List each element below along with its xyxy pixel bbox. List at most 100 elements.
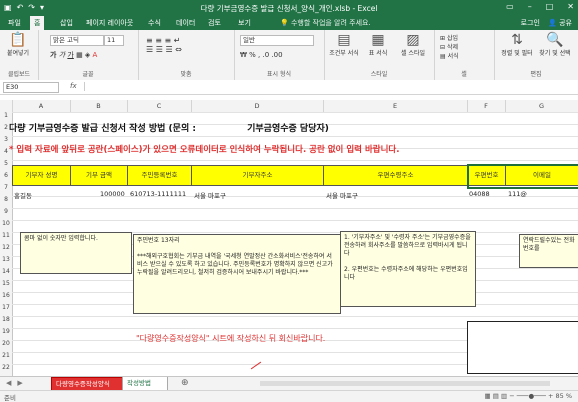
- tab-data[interactable]: 데이터: [176, 18, 195, 28]
- row-header[interactable]: 12: [0, 244, 12, 251]
- align-top-icon[interactable]: ≡: [146, 36, 153, 45]
- font-color-icon[interactable]: A: [93, 51, 98, 59]
- tab-home[interactable]: 홈: [30, 16, 45, 30]
- zoom-control[interactable]: ▦ ▤ ▥ − ───●─── + 85 %: [484, 392, 572, 400]
- format-as-table-button[interactable]: ▦ 표 서식: [362, 32, 394, 57]
- delete-cells-icon[interactable]: ⊟: [440, 44, 445, 51]
- cell-zip[interactable]: 04088: [469, 190, 490, 198]
- column-header[interactable]: E: [323, 100, 468, 112]
- align-left-icon[interactable]: ☰: [146, 45, 153, 54]
- row-header[interactable]: 7: [0, 184, 12, 191]
- align-bottom-icon[interactable]: ≡: [165, 36, 172, 45]
- border-icon[interactable]: ▦: [76, 51, 83, 59]
- cell-address[interactable]: 서울 마포구: [194, 190, 226, 200]
- font-format-buttons[interactable]: 가 가 가 ▦ ◈ A: [50, 50, 130, 60]
- page-break-view-icon[interactable]: ▥: [501, 392, 507, 400]
- row-header[interactable]: 20: [0, 340, 12, 347]
- header-cell-rrn[interactable]: 주민등록번호: [127, 165, 192, 186]
- tab-formulas[interactable]: 수식: [148, 18, 161, 28]
- zoom-slider[interactable]: ───●───: [517, 392, 546, 400]
- cell-rrn[interactable]: 610713-1111111: [130, 190, 186, 198]
- tab-page-layout[interactable]: 페이지 레이아웃: [86, 18, 133, 28]
- align-center-icon[interactable]: ☰: [156, 45, 163, 54]
- share-button[interactable]: 👤 공유: [548, 18, 572, 28]
- row-header[interactable]: 8: [0, 196, 12, 203]
- row-header[interactable]: 19: [0, 328, 12, 335]
- header-cell-mail-address[interactable]: 우편수령주소: [323, 165, 468, 186]
- row-header[interactable]: 11: [0, 232, 12, 239]
- row-header[interactable]: 5: [0, 160, 12, 167]
- zoom-level[interactable]: 85 %: [555, 392, 572, 400]
- cell-donor-name[interactable]: 홍길동: [14, 190, 32, 200]
- comment-note-address[interactable]: 1. '기부자주소' 및 '수령자 주소'는 기부금영수증을 전송하려 회사주소…: [340, 231, 476, 307]
- row-header[interactable]: 1: [0, 112, 12, 119]
- header-cell-amount[interactable]: 기부 금액: [70, 165, 128, 186]
- number-format-combo[interactable]: 일반: [240, 35, 314, 46]
- close-icon[interactable]: ✕: [567, 2, 574, 11]
- cell-mail-address[interactable]: 서울 마포구: [326, 190, 358, 200]
- add-sheet-icon[interactable]: ⊕: [181, 378, 189, 388]
- decrease-decimal-icon[interactable]: .00: [271, 51, 282, 59]
- horizontal-scrollbar[interactable]: [260, 381, 550, 386]
- row-header[interactable]: 9: [0, 208, 12, 215]
- merge-icon[interactable]: ⇔: [175, 45, 182, 54]
- empty-text-box[interactable]: [467, 321, 578, 374]
- row-header[interactable]: 6: [0, 172, 12, 179]
- row-header[interactable]: 15: [0, 280, 12, 287]
- login-link[interactable]: 로그인: [521, 18, 540, 28]
- conditional-formatting-button[interactable]: ▤ 조건부 서식: [328, 32, 360, 57]
- wrap-text-icon[interactable]: ↵: [174, 36, 181, 45]
- normal-view-icon[interactable]: ▦: [484, 392, 490, 400]
- comment-note-amount[interactable]: 콤마 없이 숫자만 입력합니다.: [20, 232, 132, 274]
- fill-color-icon[interactable]: ◈: [85, 51, 90, 59]
- align-middle-icon[interactable]: ≡: [155, 36, 162, 45]
- row-header[interactable]: 13: [0, 256, 12, 263]
- format-cells-label[interactable]: 서식: [448, 53, 459, 60]
- tell-me-search[interactable]: 💡 수행할 작업을 알려 주세요.: [280, 18, 371, 28]
- delete-cells-label[interactable]: 삭제: [447, 44, 458, 51]
- cell-styles-button[interactable]: ▨ 셀 스타일: [396, 32, 430, 57]
- comma-icon[interactable]: ,: [258, 51, 260, 59]
- tab-insert[interactable]: 삽입: [60, 18, 73, 28]
- column-header[interactable]: B: [70, 100, 128, 112]
- italic-icon[interactable]: 가: [59, 51, 65, 59]
- row-header[interactable]: 17: [0, 304, 12, 311]
- bold-icon[interactable]: 가: [50, 51, 56, 59]
- currency-icon[interactable]: ₩: [240, 51, 247, 59]
- row-header[interactable]: 14: [0, 268, 12, 275]
- row-header[interactable]: 22: [0, 364, 12, 371]
- tab-file[interactable]: 파일: [8, 18, 21, 28]
- insert-cells-icon[interactable]: ⊞: [440, 35, 445, 42]
- ribbon-display-icon[interactable]: ▭: [506, 2, 514, 11]
- column-header[interactable]: D: [191, 100, 324, 112]
- zoom-out-icon[interactable]: −: [509, 392, 514, 400]
- font-name-combo[interactable]: 맑은 고딕: [50, 35, 104, 46]
- minimize-icon[interactable]: –: [528, 2, 532, 11]
- row-header[interactable]: 16: [0, 292, 12, 299]
- cell-email[interactable]: 111@: [508, 190, 527, 198]
- name-box[interactable]: E30: [3, 82, 59, 93]
- cell-amount[interactable]: 100000: [100, 190, 125, 198]
- column-header[interactable]: A: [12, 100, 71, 112]
- increase-decimal-icon[interactable]: .0: [263, 51, 270, 59]
- column-header[interactable]: G: [505, 100, 578, 112]
- prev-sheet-icon[interactable]: ◀: [6, 379, 11, 387]
- format-cells-icon[interactable]: ▤: [440, 53, 446, 60]
- next-sheet-icon[interactable]: ▶: [17, 379, 22, 387]
- comment-note-rrn[interactable]: 주민번호 13자리 ***해외구호협회는 기부금 내역을 '국세청 연말정산 간…: [133, 234, 341, 314]
- underline-icon[interactable]: 가: [67, 51, 73, 59]
- font-size-combo[interactable]: 11: [104, 35, 124, 46]
- column-header[interactable]: F: [467, 100, 506, 112]
- zoom-in-icon[interactable]: +: [548, 392, 553, 400]
- row-header[interactable]: 3: [0, 136, 12, 143]
- row-header[interactable]: 10: [0, 220, 12, 227]
- percent-icon[interactable]: %: [249, 51, 256, 59]
- align-right-icon[interactable]: ☰: [165, 45, 172, 54]
- sheet-tab-howto[interactable]: 작성방법: [122, 377, 168, 391]
- column-header[interactable]: C: [127, 100, 192, 112]
- maximize-icon[interactable]: □: [546, 2, 554, 11]
- row-header[interactable]: 21: [0, 352, 12, 359]
- fx-icon[interactable]: fx: [70, 82, 77, 90]
- header-cell-address[interactable]: 기부자주소: [191, 165, 324, 186]
- tab-review[interactable]: 검토: [208, 18, 221, 28]
